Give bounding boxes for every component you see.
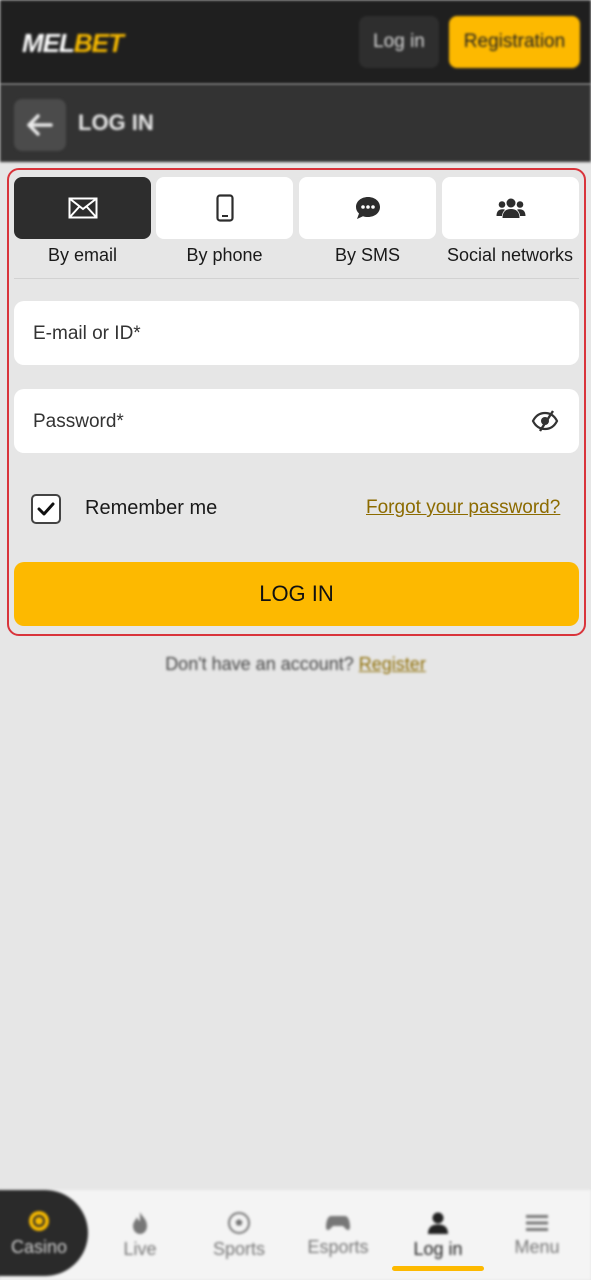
hamburger-icon (526, 1214, 548, 1231)
tab-by-email[interactable] (14, 177, 151, 239)
chat-bubble-icon (355, 197, 380, 219)
users-icon (496, 198, 525, 218)
nav-live[interactable]: Live (90, 1190, 190, 1280)
header-registration-button[interactable]: Registration (449, 16, 580, 68)
user-icon (428, 1212, 448, 1234)
password-placeholder: Password* (33, 411, 124, 432)
tabs-divider (14, 278, 579, 279)
password-field[interactable]: Password* (14, 389, 579, 453)
nav-esports[interactable]: Esports (288, 1190, 388, 1280)
header-login-button[interactable]: Log in (359, 16, 439, 68)
remember-me-checkbox[interactable] (31, 494, 61, 524)
envelope-icon (68, 197, 97, 219)
page-title: LOG IN (78, 110, 154, 135)
checkmark-icon (37, 502, 55, 516)
tab-label-social-networks[interactable]: Social networks (439, 245, 581, 266)
nav-casino[interactable]: Casino (0, 1190, 88, 1276)
email-placeholder: E-mail or ID* (33, 323, 141, 344)
no-account-text: Don't have an account? (165, 654, 354, 674)
active-nav-indicator (392, 1266, 484, 1271)
register-link[interactable]: Register (359, 654, 426, 674)
eye-slash-icon[interactable] (531, 409, 559, 438)
remember-me-label[interactable]: Remember me (85, 497, 217, 520)
melbet-logo[interactable]: MELBET (22, 28, 124, 59)
gamepad-icon (326, 1215, 350, 1230)
flame-icon (133, 1211, 147, 1234)
email-field[interactable]: E-mail or ID* (14, 301, 579, 365)
arrow-left-icon (27, 114, 53, 136)
tab-label-by-email[interactable]: By email (14, 245, 151, 266)
back-button[interactable] (14, 99, 66, 151)
forgot-password-link[interactable]: Forgot your password? (366, 497, 560, 519)
tab-by-phone[interactable] (156, 177, 293, 239)
login-submit-button[interactable]: LOG IN (14, 562, 579, 626)
casino-chip-icon (29, 1210, 49, 1231)
nav-menu[interactable]: Menu (487, 1190, 587, 1280)
phone-icon (215, 194, 234, 222)
nav-sports[interactable]: Sports (189, 1190, 289, 1280)
tab-by-sms[interactable] (299, 177, 436, 239)
no-account-prompt: Don't have an account? Register (0, 654, 591, 675)
tab-label-by-phone[interactable]: By phone (156, 245, 293, 266)
tab-label-by-sms[interactable]: By SMS (299, 245, 436, 266)
soccer-ball-icon (228, 1211, 250, 1234)
top-header: MELBET Log in Registration (0, 0, 591, 84)
tab-social-networks[interactable] (442, 177, 579, 239)
